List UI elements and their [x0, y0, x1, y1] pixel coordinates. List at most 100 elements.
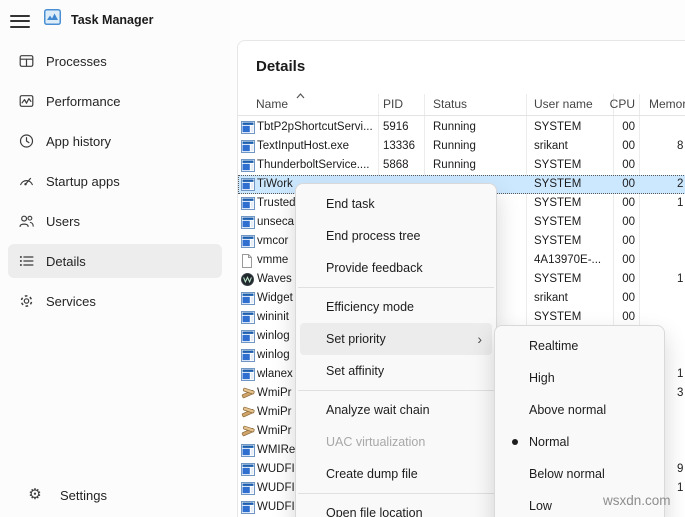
- services-icon: [17, 292, 35, 310]
- cell-name: winlog: [257, 349, 290, 361]
- cell-user-name: SYSTEM: [534, 273, 582, 285]
- submenu-item-above-normal[interactable]: Above normal: [499, 394, 660, 426]
- cell-name: WUDFI: [257, 501, 295, 513]
- app-window-icon: [241, 349, 255, 363]
- menu-item-set-priority[interactable]: Set priority ›: [300, 323, 492, 355]
- cell-memory: 1: [677, 197, 684, 209]
- sidebar-item-services[interactable]: Services: [0, 281, 230, 321]
- context-menu: End task End process tree Provide feedback…: [295, 183, 497, 517]
- cell-status: Running: [433, 140, 476, 152]
- column-header-pid[interactable]: PID: [383, 97, 403, 111]
- cell-name: WmiPr: [257, 425, 292, 437]
- cell-cpu: 00: [622, 235, 635, 247]
- sidebar: Task Manager Processes Performance App his…: [0, 0, 230, 517]
- menu-item-uac-virtualization[interactable]: UAC virtualization: [300, 426, 492, 458]
- cell-name: TbtP2pShortcutServi...: [257, 121, 373, 133]
- cell-user-name: SYSTEM: [534, 178, 582, 190]
- sidebar-item-startup-apps[interactable]: Startup apps: [0, 161, 230, 201]
- cell-user-name: SYSTEM: [534, 197, 582, 209]
- cell-status: Running: [433, 159, 476, 171]
- sidebar-item-label: Users: [46, 213, 80, 229]
- cell-cpu: 00: [622, 197, 635, 209]
- table-header: Name PID Status User name CPU Memory: [238, 93, 685, 116]
- task-manager-window: Task Manager Processes Performance App his…: [0, 0, 685, 517]
- sidebar-nav: Processes Performance App history Startup a…: [0, 41, 230, 321]
- cell-name: WmiPr: [257, 406, 292, 418]
- details-icon: [17, 252, 35, 270]
- submenu-item-normal[interactable]: Normal: [499, 426, 660, 458]
- cell-pid: 5916: [383, 121, 409, 133]
- sidebar-item-performance[interactable]: Performance: [0, 81, 230, 121]
- sidebar-item-label: Settings: [60, 488, 107, 503]
- submenu-item-realtime[interactable]: Realtime: [499, 330, 660, 362]
- cell-name: vmcor: [257, 235, 289, 247]
- processes-icon: [17, 52, 35, 70]
- cell-user-name: SYSTEM: [534, 121, 582, 133]
- wmi-tools-icon: [241, 425, 255, 439]
- column-header-memory[interactable]: Memory: [649, 97, 685, 111]
- settings-gear-icon: ⚙: [28, 486, 42, 503]
- sidebar-item-label: Details: [46, 253, 86, 269]
- app-window-icon: [241, 292, 255, 306]
- wmi-tools-icon: [241, 387, 255, 401]
- performance-icon: [17, 92, 35, 110]
- cell-status: Running: [433, 121, 476, 133]
- sidebar-item-processes[interactable]: Processes: [0, 41, 230, 81]
- cell-name: Widget: [257, 292, 293, 304]
- cell-user-name: srikant: [534, 292, 568, 304]
- page-title: Details: [256, 58, 306, 75]
- users-icon: [17, 212, 35, 230]
- menu-item-provide-feedback[interactable]: Provide feedback: [300, 252, 492, 284]
- cell-memory: 2: [677, 178, 684, 190]
- hamburger-menu-icon[interactable]: [10, 11, 32, 29]
- app-window-icon: [241, 216, 255, 230]
- cell-name: winlog: [257, 330, 290, 342]
- app-window-icon: [241, 501, 255, 515]
- sidebar-item-app-history[interactable]: App history: [0, 121, 230, 161]
- app-window-icon: [241, 330, 255, 344]
- column-header-cpu[interactable]: CPU: [599, 97, 635, 111]
- menu-item-set-affinity[interactable]: Set affinity: [300, 355, 492, 387]
- menu-item-end-process-tree[interactable]: End process tree: [300, 220, 492, 252]
- table-row[interactable]: TextInputHost.exe 13336 Running srikant 00 8: [238, 137, 685, 156]
- column-header-status[interactable]: Status: [433, 97, 467, 111]
- cell-name: WUDFI: [257, 482, 295, 494]
- cell-cpu: 00: [622, 216, 635, 228]
- sidebar-item-users[interactable]: Users: [0, 201, 230, 241]
- table-row[interactable]: ThunderboltService.... 5868 Running SYSTEM 0…: [238, 156, 685, 175]
- cell-cpu: 00: [622, 178, 635, 190]
- cell-name: Trusted: [257, 197, 296, 209]
- cell-cpu: 00: [622, 159, 635, 171]
- cell-name: wlanex: [257, 368, 293, 380]
- cell-name: WUDFI: [257, 463, 295, 475]
- cell-name: unseca: [257, 216, 295, 228]
- sidebar-item-details[interactable]: Details: [0, 241, 230, 281]
- document-icon: [241, 254, 253, 268]
- column-header-user-name[interactable]: User name: [534, 97, 593, 111]
- app-window-icon: [241, 235, 255, 249]
- cell-name: vmme: [257, 254, 289, 266]
- menu-item-create-dump-file[interactable]: Create dump file: [300, 458, 492, 490]
- submenu-item-below-normal[interactable]: Below normal: [499, 458, 660, 490]
- table-row[interactable]: TbtP2pShortcutServi... 5916 Running SYSTEM 0…: [238, 118, 685, 137]
- submenu-item-high[interactable]: High: [499, 362, 660, 394]
- cell-memory: 1: [677, 273, 684, 285]
- cell-name: wininit: [257, 311, 289, 323]
- sidebar-item-settings[interactable]: ⚙ Settings: [0, 477, 230, 515]
- cell-memory: 8: [677, 140, 684, 152]
- menu-item-end-task[interactable]: End task: [300, 188, 492, 220]
- app-window-icon: [241, 159, 255, 173]
- cell-cpu: 00: [622, 273, 635, 285]
- cell-memory: 3: [677, 387, 684, 399]
- column-header-name[interactable]: Name: [256, 97, 288, 111]
- menu-item-analyze-wait-chain[interactable]: Analyze wait chain: [300, 394, 492, 426]
- radio-selected-icon: [512, 439, 518, 445]
- cell-memory: 9: [677, 463, 684, 475]
- sidebar-item-label: Startup apps: [46, 173, 120, 189]
- menu-item-open-file-location[interactable]: Open file location: [300, 497, 492, 517]
- cell-name: Waves: [257, 273, 292, 285]
- menu-item-efficiency-mode[interactable]: Efficiency mode: [300, 291, 492, 323]
- menu-separator: [298, 390, 494, 391]
- cell-user-name: SYSTEM: [534, 235, 582, 247]
- app-history-icon: [17, 132, 35, 150]
